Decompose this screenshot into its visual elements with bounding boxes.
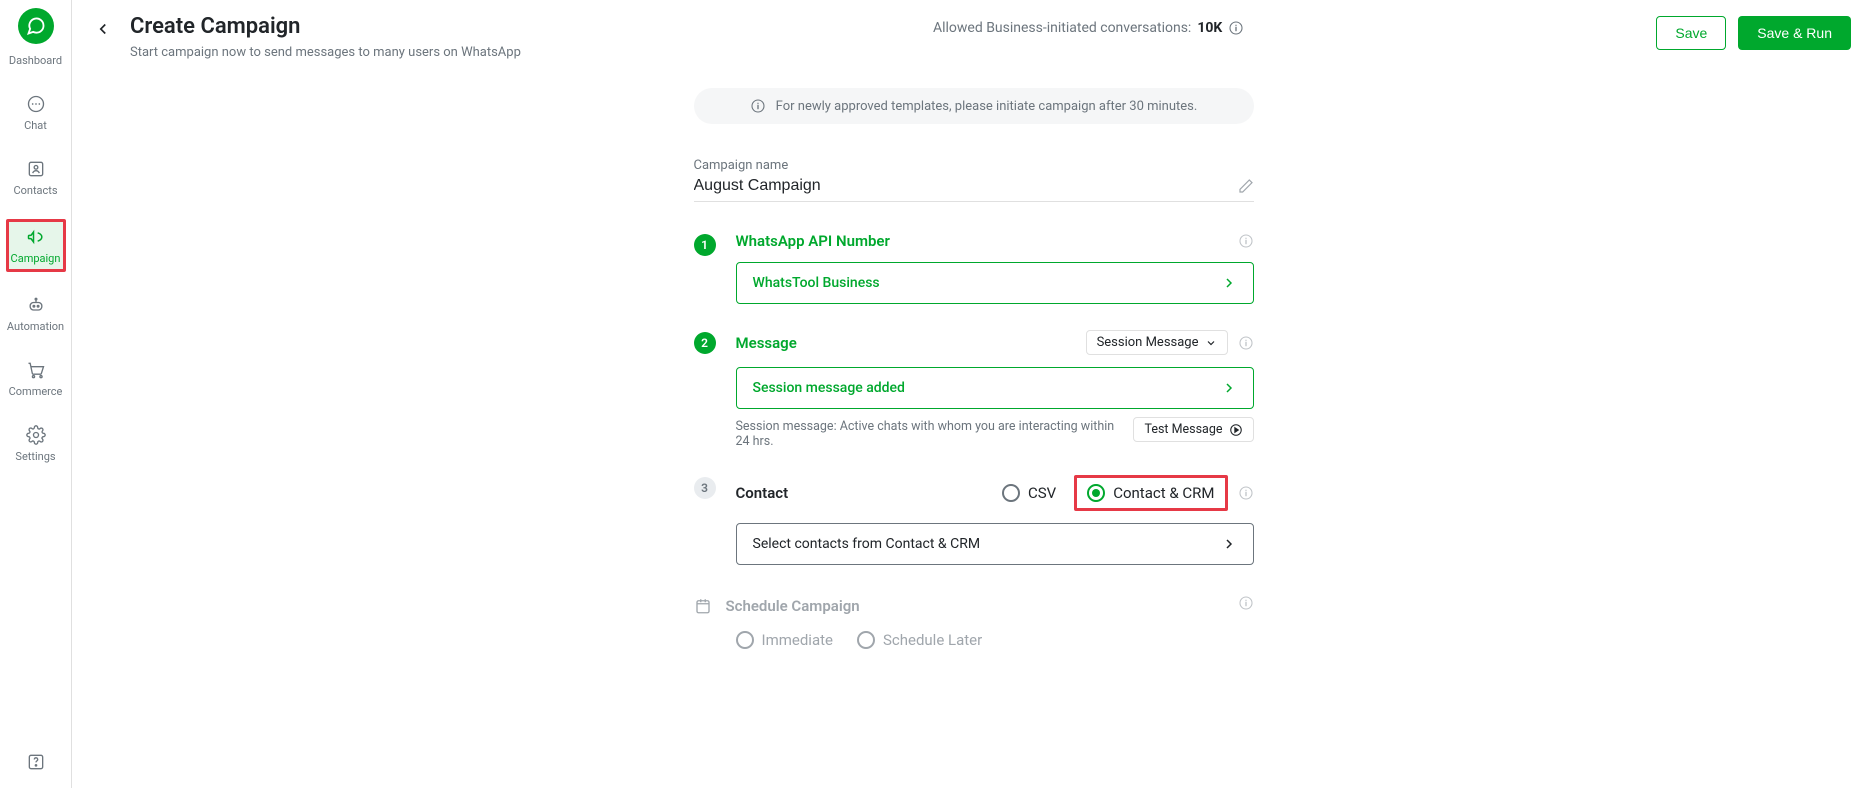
contact-option-csv[interactable]: CSV bbox=[1002, 484, 1056, 502]
campaign-name-input[interactable] bbox=[694, 175, 1238, 197]
play-circle-icon bbox=[1229, 423, 1243, 437]
sidebar-item-dashboard[interactable]: Dashboard bbox=[6, 50, 66, 71]
sidebar-item-label: Settings bbox=[15, 450, 55, 463]
schedule-option-later[interactable]: Schedule Later bbox=[857, 631, 982, 649]
sidebar-item-label: Contacts bbox=[13, 184, 57, 197]
main-content: Create Campaign Start campaign now to se… bbox=[72, 0, 1875, 788]
info-icon bbox=[1238, 485, 1254, 501]
step-number: 3 bbox=[694, 477, 716, 499]
contacts-icon bbox=[25, 158, 47, 180]
sidebar-item-label: Chat bbox=[24, 119, 47, 132]
step-title: WhatsApp API Number bbox=[736, 232, 890, 250]
info-icon[interactable] bbox=[1228, 20, 1244, 36]
schedule-option-immediate[interactable]: Immediate bbox=[736, 631, 833, 649]
schedule-title: Schedule Campaign bbox=[726, 597, 860, 615]
chevron-down-icon bbox=[1205, 337, 1217, 349]
chevron-right-icon bbox=[1221, 380, 1237, 396]
topbar: Create Campaign Start campaign now to se… bbox=[72, 0, 1875, 68]
step-title: Contact bbox=[736, 484, 789, 502]
chevron-right-icon bbox=[1221, 275, 1237, 291]
sidebar-item-label: Dashboard bbox=[9, 54, 62, 67]
app-logo bbox=[18, 8, 54, 44]
sidebar-item-label: Commerce bbox=[9, 385, 63, 398]
info-icon bbox=[1238, 595, 1254, 611]
cart-icon bbox=[25, 359, 47, 381]
radio-icon bbox=[1087, 484, 1105, 502]
test-message-button[interactable]: Test Message bbox=[1133, 417, 1253, 442]
api-number-select[interactable]: WhatsTool Business bbox=[736, 262, 1254, 304]
megaphone-icon bbox=[25, 226, 47, 248]
step-api-number: 1 WhatsApp API Number WhatsTool Business bbox=[694, 232, 1254, 304]
save-button[interactable]: Save bbox=[1656, 16, 1726, 50]
sidebar: Dashboard Chat Contacts Campaign bbox=[0, 0, 72, 788]
step-number: 1 bbox=[694, 234, 716, 256]
campaign-name-label: Campaign name bbox=[694, 158, 1254, 173]
campaign-name-field: Campaign name bbox=[694, 158, 1254, 202]
step-info-button[interactable] bbox=[1238, 335, 1254, 351]
page-title: Create Campaign bbox=[130, 14, 521, 39]
back-button[interactable] bbox=[92, 18, 114, 40]
sidebar-item-chat[interactable]: Chat bbox=[6, 89, 66, 136]
sidebar-item-label: Campaign bbox=[11, 252, 61, 265]
help-button[interactable] bbox=[26, 752, 46, 772]
save-run-button[interactable]: Save & Run bbox=[1738, 16, 1851, 50]
sidebar-item-label: Automation bbox=[7, 320, 64, 333]
robot-icon bbox=[25, 294, 47, 316]
step-title: Message bbox=[736, 334, 797, 352]
step-info-button[interactable] bbox=[1238, 595, 1254, 611]
info-icon bbox=[750, 98, 766, 114]
step-info-button[interactable] bbox=[1238, 485, 1254, 501]
pencil-icon bbox=[1238, 178, 1254, 194]
edit-name-button[interactable] bbox=[1238, 178, 1254, 194]
allowed-conversations: Allowed Business-initiated conversations… bbox=[537, 14, 1640, 36]
page-subtitle: Start campaign now to send messages to m… bbox=[130, 45, 521, 60]
contact-select[interactable]: Select contacts from Contact & CRM bbox=[736, 523, 1254, 565]
sidebar-item-settings[interactable]: Settings bbox=[6, 420, 66, 467]
info-banner: For newly approved templates, please ini… bbox=[694, 88, 1254, 124]
calendar-icon bbox=[694, 597, 712, 615]
sidebar-item-commerce[interactable]: Commerce bbox=[6, 355, 66, 402]
step-number: 2 bbox=[694, 332, 716, 354]
sidebar-item-campaign[interactable]: Campaign bbox=[6, 219, 66, 272]
contact-option-crm[interactable]: Contact & CRM bbox=[1074, 475, 1227, 511]
message-select[interactable]: Session message added bbox=[736, 367, 1254, 409]
radio-icon bbox=[736, 631, 754, 649]
info-icon bbox=[1238, 335, 1254, 351]
whatsapp-logo-icon bbox=[26, 16, 46, 36]
sidebar-item-contacts[interactable]: Contacts bbox=[6, 154, 66, 201]
chevron-right-icon bbox=[1221, 536, 1237, 552]
info-icon bbox=[1238, 233, 1254, 249]
help-icon bbox=[26, 752, 46, 772]
radio-icon bbox=[1002, 484, 1020, 502]
gear-icon bbox=[25, 424, 47, 446]
message-type-select[interactable]: Session Message bbox=[1086, 330, 1228, 355]
step-schedule: Schedule Campaign Immediate bbox=[694, 591, 1254, 649]
message-hint: Session message: Active chats with whom … bbox=[736, 419, 1122, 449]
step-info-button[interactable] bbox=[1238, 233, 1254, 249]
radio-icon bbox=[857, 631, 875, 649]
chat-icon bbox=[25, 93, 47, 115]
step-message: 2 Message Session Message bbox=[694, 330, 1254, 449]
step-contact: 3 Contact CSV bbox=[694, 475, 1254, 565]
chevron-left-icon bbox=[94, 20, 112, 38]
sidebar-item-automation[interactable]: Automation bbox=[6, 290, 66, 337]
